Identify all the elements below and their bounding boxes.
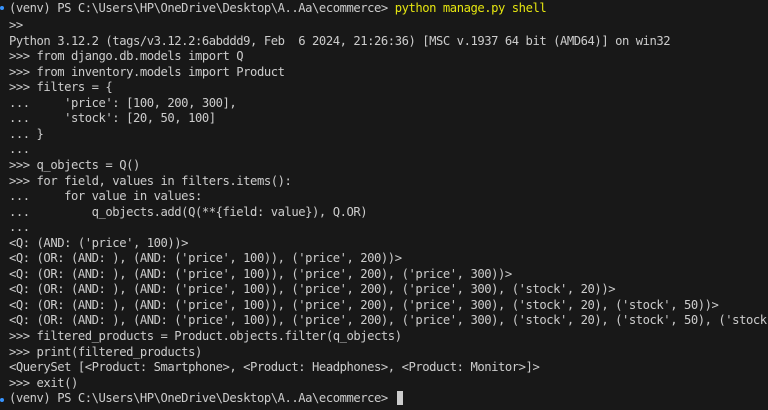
terminal-line: ... } [9,126,44,141]
terminal-line: <Q: (AND: ('price', 100))> [9,235,189,250]
text-cursor [396,391,403,405]
command-text: python manage.py shell [394,1,547,15]
terminal-line: <QuerySet [<Product: Smartphone>, <Produ… [9,360,540,375]
terminal-panel[interactable]: (venv) PS C:\Users\HP\OneDrive\Desktop\A… [0,0,768,410]
terminal-line: <Q: (OR: (AND: ), (AND: ('price', 100)),… [9,297,719,312]
terminal-line: <Q: (OR: (AND: ), (AND: ('price', 100)),… [9,266,512,281]
terminal-line-prompt: (venv) PS C:\Users\HP\OneDrive\Desktop\A… [9,0,768,16]
terminal-line: ... [9,220,30,235]
terminal-line: ... 'price': [100, 200, 300], [9,95,237,110]
terminal-line: >>> exit() [9,375,78,390]
terminal-line: >>> filters = { [9,80,113,95]
terminal-line: <Q: (OR: (AND: ), (AND: ('price', 100)),… [9,313,768,328]
terminal-line: >>> q_objects = Q() [9,157,140,172]
terminal-line: ... 'stock': [20, 50, 100] [9,111,216,126]
terminal-line: ... for value in values: [9,189,202,204]
terminal-line: >>> filtered_products = Product.objects.… [9,329,402,343]
terminal-line: >> [9,18,23,32]
terminal-line: >>> print(filtered_products) [9,344,202,359]
terminal-line: <Q: (OR: (AND: ), (AND: ('price', 100)),… [9,251,402,266]
terminal-line: ... q_objects.add(Q(**{field: value}), Q… [9,204,368,219]
command-decoration-icon[interactable] [0,6,4,10]
terminal-line: >>> from inventory.models import Product [9,64,285,79]
terminal-line-prompt-current: (venv) PS C:\Users\HP\OneDrive\Desktop\A… [9,390,768,406]
command-decoration-icon[interactable] [0,398,4,402]
prompt-text: (venv) PS C:\Users\HP\OneDrive\Desktop\A… [9,391,395,405]
terminal-line: >>> from django.db.models import Q [9,49,244,64]
terminal-line: <Q: (OR: (AND: ), (AND: ('price', 100)),… [9,282,616,297]
prompt-text: (venv) PS C:\Users\HP\OneDrive\Desktop\A… [9,1,395,15]
terminal-line: Python 3.12.2 (tags/v3.12.2:6abddd9, Feb… [9,33,671,48]
terminal-line: >>> for field, values in filters.items()… [9,173,292,188]
terminal-line: ... [9,142,30,157]
